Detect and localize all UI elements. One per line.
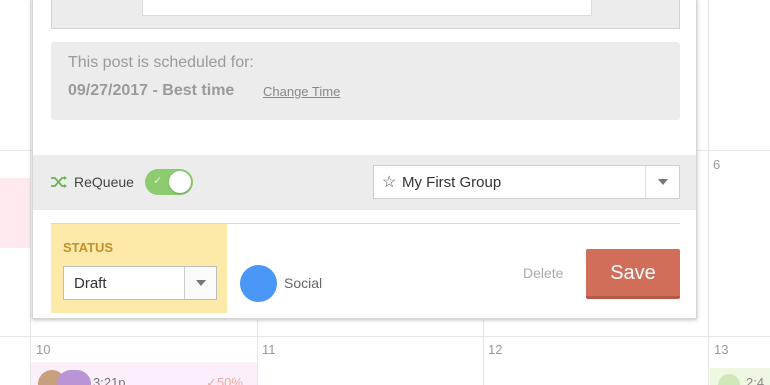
calendar-column-line — [257, 320, 258, 385]
toggle-knob — [169, 171, 191, 193]
chevron-down-icon — [658, 179, 668, 185]
schedule-datetime: 09/27/2017 - Best time — [68, 82, 235, 99]
event-time: 2:4 — [746, 375, 765, 385]
star-icon: ☆ — [382, 174, 397, 191]
status-panel: STATUS Draft — [51, 224, 227, 313]
save-button[interactable]: Save — [586, 249, 680, 299]
event-time: 3:21p — [93, 375, 126, 385]
mail-icon — [718, 374, 740, 385]
status-select-toggle[interactable] — [184, 267, 216, 299]
day-number-12: 12 — [488, 342, 503, 357]
calendar-column-line — [483, 320, 484, 385]
post-text-input[interactable] — [142, 0, 592, 16]
requeue-toggle[interactable]: ✓ — [145, 169, 193, 195]
calendar-row-line — [0, 336, 770, 337]
shuffle-icon — [51, 176, 67, 188]
social-category-label: Social — [284, 275, 323, 291]
status-title: STATUS — [63, 240, 114, 255]
schedule-label: This post is scheduled for: — [68, 54, 254, 71]
day-number-13: 13 — [714, 342, 729, 357]
post-content-area — [51, 0, 680, 29]
requeue-bar: ReQueue ✓ ☆ My First Group — [33, 155, 696, 210]
group-select-value: My First Group — [402, 174, 502, 191]
calendar-column-line — [30, 0, 31, 385]
day-number-11: 11 — [262, 342, 276, 357]
schedule-panel: This post is scheduled for: 09/27/2017 -… — [51, 42, 680, 120]
social-category-dot[interactable] — [240, 265, 277, 302]
event-percent: ✓50% — [206, 375, 243, 385]
rss-icon — [57, 370, 91, 385]
calendar-column-line — [708, 0, 709, 385]
group-select[interactable]: ☆ My First Group — [373, 165, 680, 199]
delete-button[interactable]: Delete — [523, 265, 563, 281]
change-time-link[interactable]: Change Time — [263, 84, 340, 99]
day-number-6: 6 — [713, 157, 721, 172]
post-editor-modal: This post is scheduled for: 09/27/2017 -… — [32, 0, 697, 319]
group-select-toggle[interactable] — [645, 166, 679, 198]
calendar-event[interactable] — [0, 178, 30, 248]
chevron-down-icon — [196, 280, 206, 286]
calendar-event[interactable]: 3:21p ✓50% — [31, 362, 257, 385]
calendar-event[interactable]: 2:4 — [710, 368, 770, 385]
status-select[interactable]: Draft — [63, 266, 217, 300]
status-select-value: Draft — [74, 275, 107, 292]
check-icon: ✓ — [153, 175, 163, 187]
requeue-label: ReQueue — [74, 174, 134, 190]
day-number-10: 10 — [36, 342, 51, 357]
